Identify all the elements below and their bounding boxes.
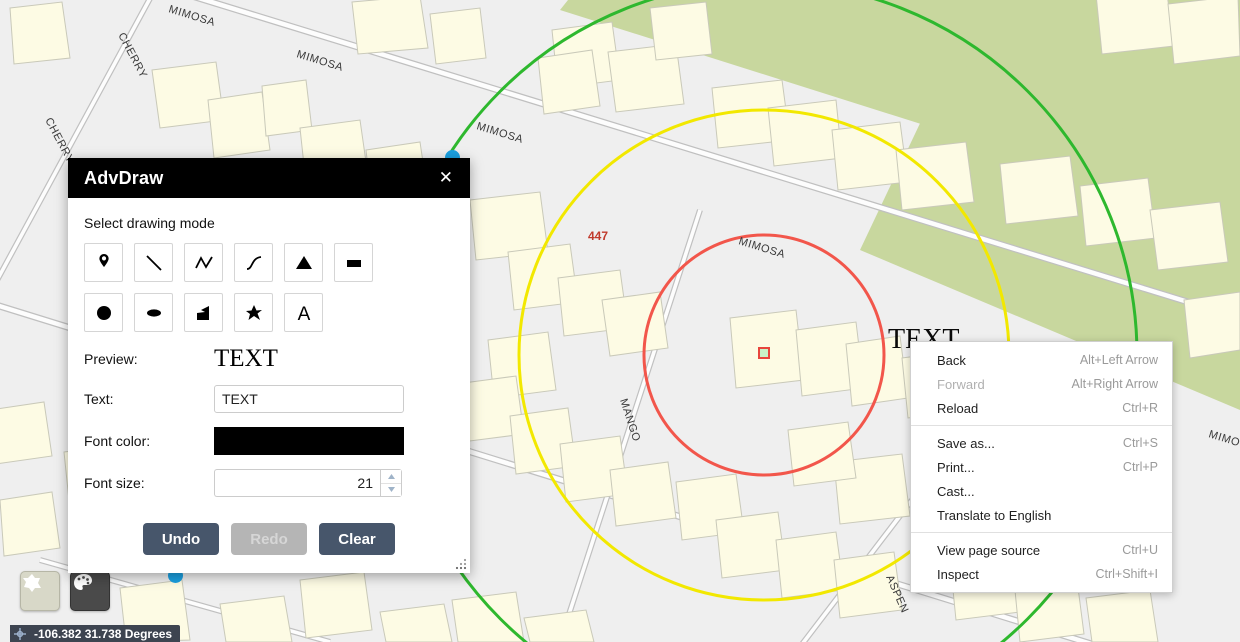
preview-row: Preview: TEXT <box>84 346 454 371</box>
spin-down-button[interactable] <box>381 483 401 496</box>
context-menu-item-shortcut: Alt+Left Arrow <box>1079 353 1158 367</box>
font-size-label: Font size: <box>84 475 145 491</box>
text-row: Text: <box>84 385 454 413</box>
context-menu-item-shortcut: Ctrl+Shift+I <box>1095 567 1158 581</box>
freehand-polygon-icon <box>245 304 262 320</box>
context-menu-item[interactable]: Cast... <box>911 479 1172 503</box>
context-menu-item[interactable]: Translate to English <box>911 503 1172 527</box>
street-label: MIMOSA <box>295 48 345 74</box>
undo-button[interactable]: Undo <box>143 523 219 555</box>
advdraw-body: Select drawing mode A Preview: TEXT Text… <box>68 198 470 573</box>
context-menu-item-label: Translate to English <box>937 507 1052 523</box>
house-number-label: 447 <box>588 229 608 243</box>
advdraw-title: AdvDraw <box>84 167 164 188</box>
context-menu-separator <box>911 425 1172 426</box>
palette-icon <box>74 574 92 590</box>
context-menu-item-shortcut: Ctrl+U <box>1122 543 1158 557</box>
context-menu-item-label: Save as... <box>937 435 995 451</box>
text-tool-button[interactable]: A <box>284 293 323 332</box>
context-menu-item-label: Back <box>937 352 966 368</box>
ellipse-icon <box>146 308 161 317</box>
redo-button: Redo <box>231 523 307 555</box>
preview-label: Preview: <box>84 350 138 367</box>
advdraw-dialog: AdvDraw ✕ Select drawing mode A Preview:… <box>68 158 470 573</box>
line-tool-button[interactable] <box>134 243 173 282</box>
chevron-up-icon <box>387 473 395 479</box>
polygon-icon <box>23 574 41 592</box>
polygon-tool-button[interactable] <box>20 571 60 611</box>
polygon-shape-icon <box>196 305 209 320</box>
context-menu-item[interactable]: View page source Ctrl+U <box>911 538 1172 562</box>
context-menu-item[interactable]: Back Alt+Left Arrow <box>911 348 1172 372</box>
context-menu-item-label: Print... <box>937 459 975 475</box>
resize-grip-icon[interactable] <box>454 557 468 571</box>
circle-icon <box>96 305 111 320</box>
coordinate-readout: -106.382 31.738 Degrees <box>34 626 173 641</box>
triangle-icon <box>295 255 312 269</box>
street-label: MIMOSA <box>737 235 787 261</box>
text-letter-icon: A <box>297 304 310 325</box>
freehand-tool-button[interactable] <box>234 293 273 332</box>
context-menu-item-shortcut: Ctrl+P <box>1122 460 1158 474</box>
drawing-mode-label: Select drawing mode <box>84 215 215 231</box>
context-menu-item: Forward Alt+Right Arrow <box>911 372 1172 396</box>
context-menu-item-shortcut: Alt+Right Arrow <box>1071 377 1159 391</box>
curve-tool-button[interactable] <box>234 243 273 282</box>
context-menu-item-label: Cast... <box>937 483 975 499</box>
context-menu-item-label: Forward <box>937 376 985 392</box>
context-menu-item[interactable]: Print... Ctrl+P <box>911 455 1172 479</box>
text-input[interactable] <box>214 385 404 413</box>
circle-tool-button[interactable] <box>84 293 123 332</box>
marker-tool-button[interactable] <box>84 243 123 282</box>
polyline-tool-button[interactable] <box>184 243 223 282</box>
context-menu-separator <box>911 532 1172 533</box>
tool-row-2: A <box>84 293 454 332</box>
font-size-stepper <box>214 469 402 497</box>
polyline-icon <box>194 255 213 269</box>
center-marker[interactable] <box>758 347 770 359</box>
font-color-label: Font color: <box>84 433 151 449</box>
font-size-row: Font size: <box>84 469 454 497</box>
browser-context-menu: Back Alt+Left Arrow Forward Alt+Right Arrow… <box>910 341 1173 593</box>
crosshair-icon <box>10 625 30 642</box>
context-menu-item-shortcut: Ctrl+R <box>1122 401 1158 415</box>
clear-button[interactable]: Clear <box>319 523 395 555</box>
font-color-swatch[interactable] <box>214 427 404 455</box>
context-menu-item-label: View page source <box>937 542 1041 558</box>
polygon-shape-tool-button[interactable] <box>184 293 223 332</box>
close-icon[interactable]: ✕ <box>436 168 456 189</box>
context-menu-item[interactable]: Save as... Ctrl+S <box>911 431 1172 455</box>
chevron-down-icon <box>387 487 395 493</box>
application-root: CHERRY CHERRY MIMOSA MIMOSA MIMOSA MIMOS… <box>0 0 1240 642</box>
street-label: MIMOSA <box>167 3 217 29</box>
context-menu-item-label: Reload <box>937 400 979 416</box>
svg-text:A: A <box>297 304 310 325</box>
rectangle-tool-button[interactable] <box>334 243 373 282</box>
context-menu-item-label: Inspect <box>937 566 979 582</box>
advdraw-titlebar[interactable]: AdvDraw ✕ <box>68 158 470 198</box>
triangle-tool-button[interactable] <box>284 243 323 282</box>
street-label: MIMOSA <box>475 120 525 146</box>
line-icon <box>145 254 162 271</box>
rectangle-icon <box>346 259 361 267</box>
context-menu-item-shortcut: Ctrl+S <box>1122 436 1158 450</box>
context-menu-item[interactable]: Reload Ctrl+R <box>911 396 1172 420</box>
tool-row-1 <box>84 243 454 282</box>
dialog-button-row: Undo Redo Clear <box>84 523 454 555</box>
map-pin-icon <box>98 253 109 267</box>
street-label: MIMO <box>1207 428 1240 449</box>
spin-up-button[interactable] <box>381 470 401 484</box>
font-size-input[interactable] <box>214 469 380 497</box>
ellipse-tool-button[interactable] <box>134 293 173 332</box>
coordinate-status-bar: -106.382 31.738 Degrees <box>10 625 181 642</box>
context-menu-item[interactable]: Inspect Ctrl+Shift+I <box>911 562 1172 586</box>
preview-value: TEXT <box>214 345 278 372</box>
draw-palette-button[interactable] <box>70 571 110 611</box>
font-color-row: Font color: <box>84 427 454 455</box>
font-size-spin-buttons <box>380 469 402 497</box>
curve-icon <box>246 255 261 270</box>
text-label: Text: <box>84 391 114 407</box>
